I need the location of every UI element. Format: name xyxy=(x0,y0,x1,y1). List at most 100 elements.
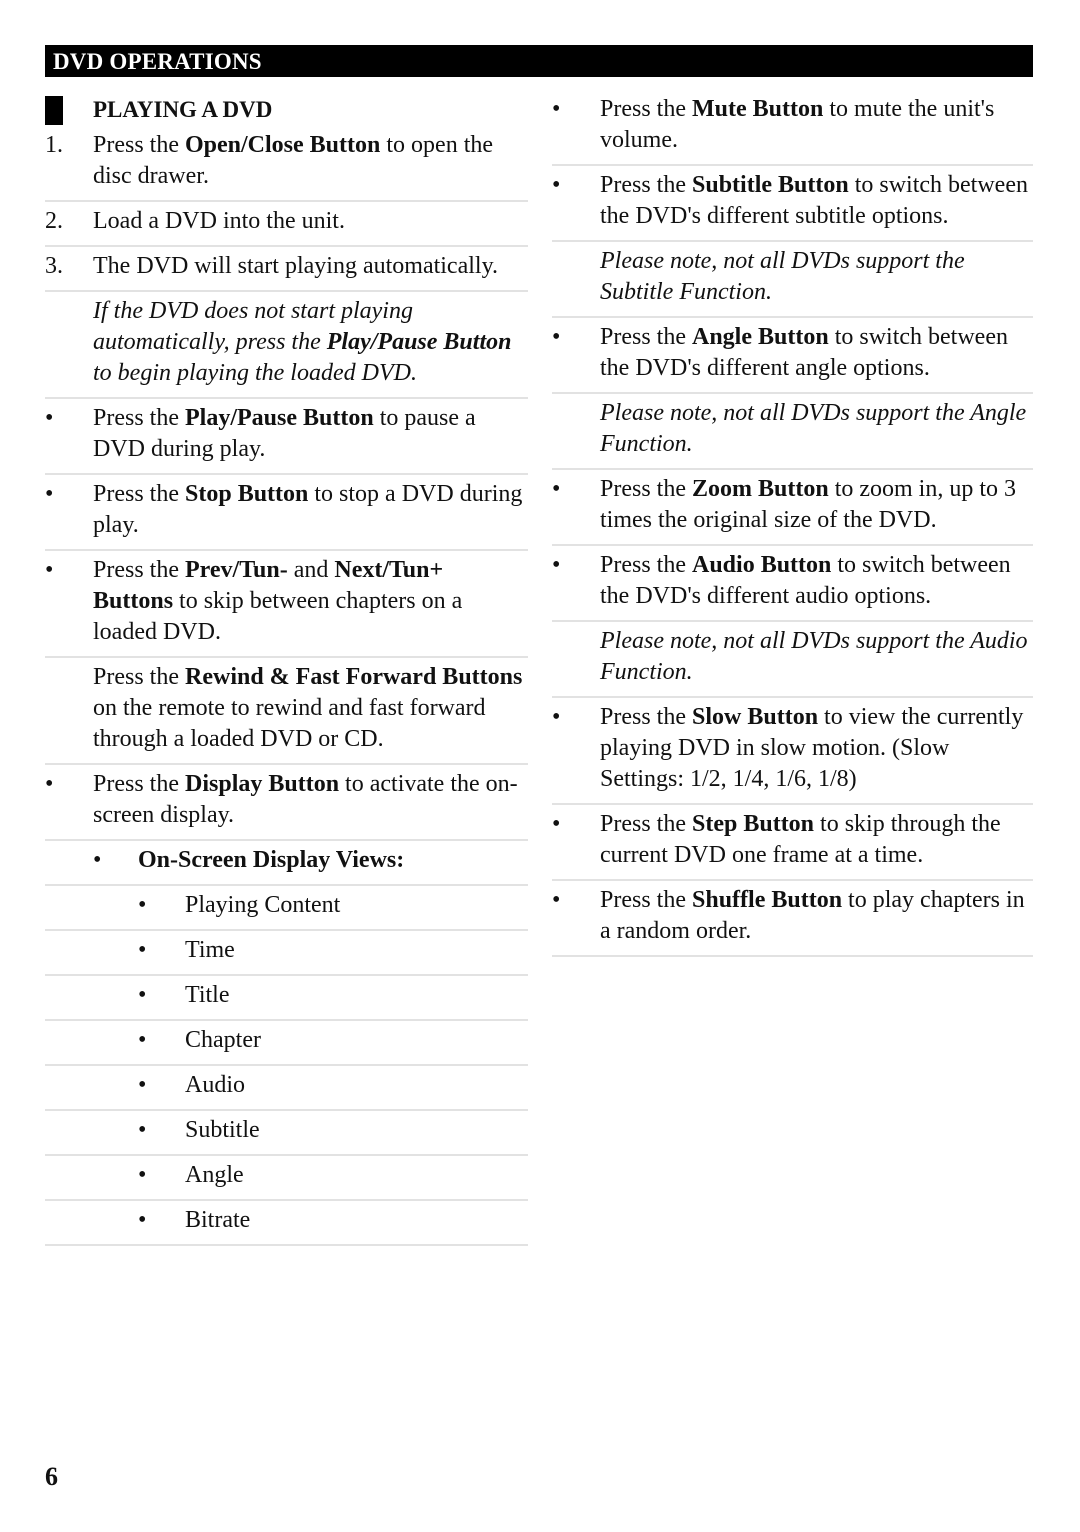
bullet-icon: • xyxy=(552,704,561,730)
item-text: Press the Step Button to skip through th… xyxy=(600,809,1033,871)
text-run: Playing Content xyxy=(185,892,341,918)
text-run: Time xyxy=(185,937,235,963)
instruction-item: • Press the Angle Button to switch betwee… xyxy=(552,318,1033,394)
item-text: Load a DVD into the unit. xyxy=(93,206,528,237)
item-text: Chapter xyxy=(185,1025,528,1056)
text-run: Bitrate xyxy=(185,1207,251,1233)
text-run: Press the xyxy=(600,324,692,350)
instruction-item: • Press the Zoom Button to zoom in, up to… xyxy=(552,470,1033,546)
item-text: Press the Stop Button to stop a DVD duri… xyxy=(93,479,528,541)
item-text: Bitrate xyxy=(185,1205,528,1236)
item-text: On-Screen Display Views: xyxy=(138,845,528,876)
item-text: Audio xyxy=(185,1070,528,1101)
text-run: Load a DVD into the unit. xyxy=(93,208,345,234)
bullet-icon: • xyxy=(552,887,561,913)
bullet-icon: • xyxy=(45,557,54,583)
text-run: Press the xyxy=(600,704,692,730)
text-run: Press the xyxy=(93,405,185,431)
instruction-item: • Press the Step Button to skip through t… xyxy=(552,805,1033,881)
item-text: The DVD will start playing automatically… xyxy=(93,251,528,282)
note-item: Please note, not all DVDs support the An… xyxy=(552,394,1033,470)
bullet-icon: • xyxy=(138,1162,147,1188)
text-run: The DVD will start playing automatically… xyxy=(93,253,499,279)
text-run: Title xyxy=(185,982,230,1008)
note-item: Please note, not all DVDs support the Au… xyxy=(552,622,1033,698)
bullet-icon: • xyxy=(138,1072,147,1098)
note-item: Please note, not all DVDs support the Su… xyxy=(552,242,1033,318)
button-name: Play/Pause Button xyxy=(185,405,374,431)
step-number: 1. xyxy=(45,132,63,158)
instruction-item: 1. Press the Open/Close Button to open th… xyxy=(45,130,528,202)
right-column: • Press the Mute Button to mute the unit'… xyxy=(552,90,1033,957)
instruction-item: • Press the Stop Button to stop a DVD dur… xyxy=(45,475,528,551)
text-run: Please note, not all DVDs support the An… xyxy=(600,400,1027,457)
text-run: to begin playing the loaded DVD. xyxy=(93,360,417,386)
left-column: PLAYING A DVD 1. Press the Open/Close But… xyxy=(45,90,528,1246)
item-text: Press the Play/Pause Button to pause a D… xyxy=(93,403,528,465)
bullet-icon: • xyxy=(138,1207,147,1233)
item-text: Angle xyxy=(185,1160,528,1191)
text-run: Press the xyxy=(600,476,692,502)
text-run: Press the xyxy=(93,481,185,507)
item-text: Title xyxy=(185,980,528,1011)
bullet-icon: • xyxy=(552,96,561,122)
text-run: on the remote to rewind and fast forward… xyxy=(93,695,486,752)
item-text: Press the Mute Button to mute the unit's… xyxy=(600,94,1033,156)
button-name: Step Button xyxy=(692,811,815,837)
text-run: Press the xyxy=(600,552,692,578)
button-name: Open/Close Button xyxy=(185,132,381,158)
text-run: Press the xyxy=(600,172,692,198)
button-name: Rewind & Fast Forward Buttons xyxy=(185,664,523,690)
button-name: Zoom Button xyxy=(692,476,829,502)
bullet-icon: • xyxy=(552,476,561,502)
item-text: Subtitle xyxy=(185,1115,528,1146)
item-text: Time xyxy=(185,935,528,966)
item-text: Press the Open/Close Button to open the … xyxy=(93,130,528,192)
instruction-item: • Press the Prev/Tun- and Next/Tun+ Butto… xyxy=(45,551,528,658)
bullet-icon: • xyxy=(552,172,561,198)
bullet-icon: • xyxy=(93,847,102,873)
display-view-item: • Playing Content xyxy=(45,886,528,931)
note-item: If the DVD does not start playing automa… xyxy=(45,292,528,399)
text-run: Chapter xyxy=(185,1027,261,1053)
right-instruction-list: • Press the Mute Button to mute the unit'… xyxy=(552,90,1033,957)
item-text: If the DVD does not start playing automa… xyxy=(93,296,528,389)
item-text: Press the Rewind & Fast Forward Buttons … xyxy=(93,662,528,755)
bullet-icon: • xyxy=(138,1027,147,1053)
text-run: Subtitle xyxy=(185,1117,260,1143)
item-text: Press the Prev/Tun- and Next/Tun+ Button… xyxy=(93,555,528,648)
instruction-item: • Press the Audio Button to switch betwee… xyxy=(552,546,1033,622)
item-text: Press the Subtitle Button to switch betw… xyxy=(600,170,1033,232)
text-run: Press the xyxy=(93,771,185,797)
display-view-item: • Audio xyxy=(45,1066,528,1111)
button-name: Stop Button xyxy=(185,481,309,507)
item-text: Please note, not all DVDs support the An… xyxy=(600,398,1033,460)
text-run: Press the xyxy=(600,96,692,122)
text-run: Please note, not all DVDs support the Su… xyxy=(600,248,965,305)
instruction-item: • Press the Play/Pause Button to pause a … xyxy=(45,399,528,475)
item-text: Playing Content xyxy=(185,890,528,921)
button-name: Angle Button xyxy=(692,324,829,350)
button-name: Prev/Tun- xyxy=(185,557,288,583)
step-number: 2. xyxy=(45,208,63,234)
instruction-item: • On-Screen Display Views: xyxy=(45,841,528,886)
bullet-icon: • xyxy=(45,771,54,797)
text-run: Please note, not all DVDs support the Au… xyxy=(600,628,1028,685)
text-run: Press the xyxy=(93,664,185,690)
instruction-item: • Press the Display Button to activate th… xyxy=(45,765,528,841)
button-name: Subtitle Button xyxy=(692,172,849,198)
bullet-icon: • xyxy=(138,892,147,918)
button-name: Mute Button xyxy=(692,96,824,122)
text-run: Angle xyxy=(185,1162,244,1188)
instruction-item: Press the Rewind & Fast Forward Buttons … xyxy=(45,658,528,765)
display-view-item: • Bitrate xyxy=(45,1201,528,1246)
bullet-icon: • xyxy=(45,405,54,431)
item-text: Press the Audio Button to switch between… xyxy=(600,550,1033,612)
section-header-bar: DVD OPERATIONS xyxy=(45,45,1033,77)
heading-marker-block xyxy=(45,96,63,125)
instruction-item: 2. Load a DVD into the unit. xyxy=(45,202,528,247)
bullet-icon: • xyxy=(552,811,561,837)
text-run: Audio xyxy=(185,1072,245,1098)
bullet-icon: • xyxy=(552,324,561,350)
bullet-icon: • xyxy=(138,1117,147,1143)
